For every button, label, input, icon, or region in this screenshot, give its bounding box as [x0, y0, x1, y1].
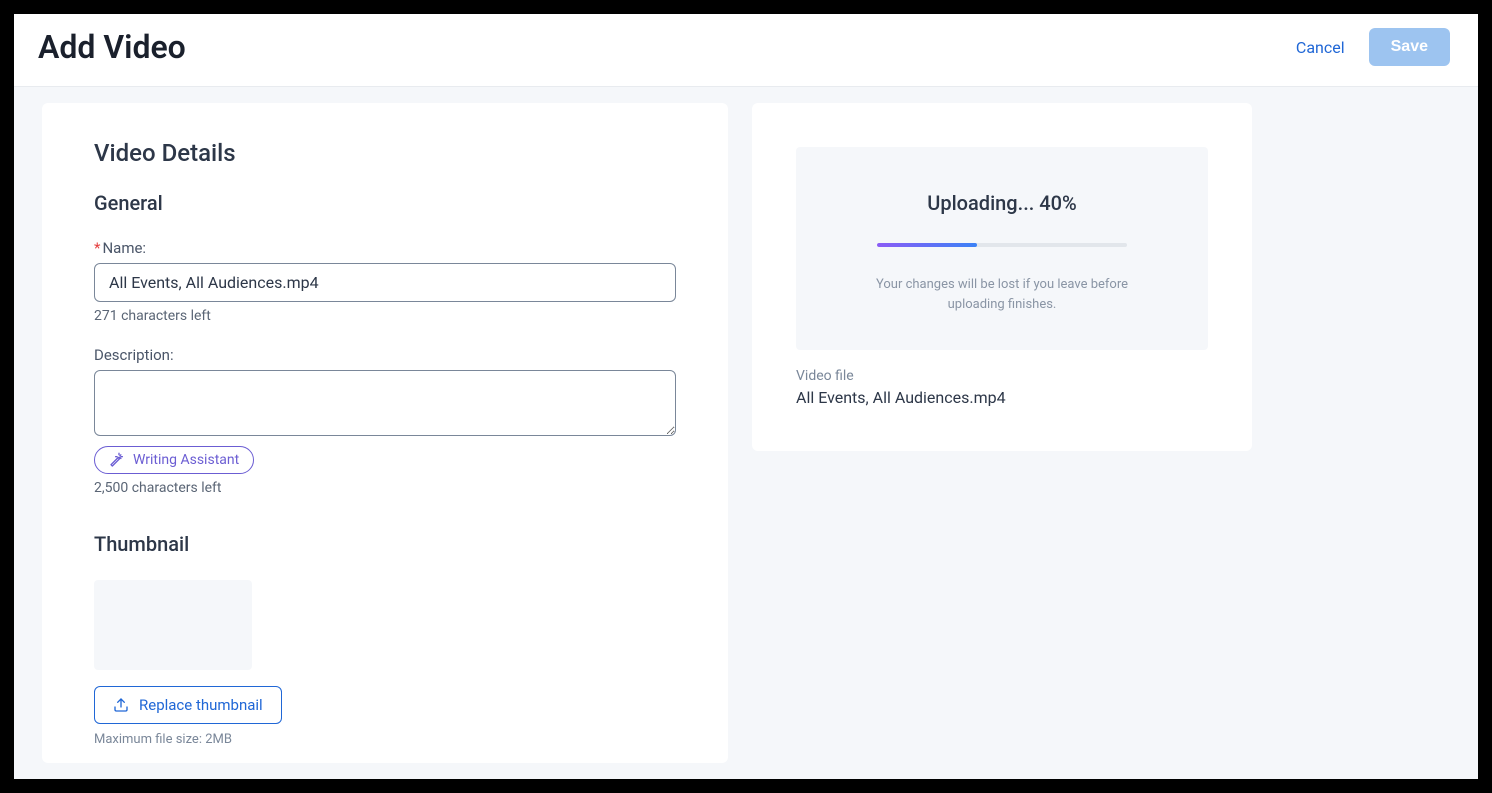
thumbnail-max-size: Maximum file size: 2MB — [94, 732, 676, 747]
thumbnail-title: Thumbnail — [94, 532, 676, 556]
page-frame: Add Video Cancel Save Video Details Gene… — [14, 14, 1478, 779]
save-button[interactable]: Save — [1369, 28, 1450, 66]
header: Add Video Cancel Save — [14, 14, 1478, 87]
wand-icon — [109, 452, 125, 468]
page-title: Add Video — [38, 28, 186, 66]
content-area: Video Details General *Name: 271 charact… — [14, 87, 1478, 779]
required-indicator: * — [94, 239, 100, 257]
writing-assistant-button[interactable]: Writing Assistant — [94, 446, 254, 474]
upload-card: Uploading... 40% Your changes will be lo… — [752, 103, 1252, 451]
upload-status-text: Uploading... 40% — [816, 191, 1188, 215]
video-details-card: Video Details General *Name: 271 charact… — [42, 103, 728, 763]
writing-assistant-label: Writing Assistant — [133, 452, 239, 468]
name-helper: 271 characters left — [94, 308, 676, 324]
name-label: *Name: — [94, 239, 676, 257]
video-file-name: All Events, All Audiences.mp4 — [796, 388, 1208, 407]
general-title: General — [94, 191, 676, 215]
progress-bar — [877, 243, 1127, 247]
description-helper: 2,500 characters left — [94, 480, 676, 496]
cancel-button[interactable]: Cancel — [1296, 38, 1345, 57]
upload-warning: Your changes will be lost if you leave b… — [872, 275, 1132, 314]
name-input[interactable] — [94, 263, 676, 302]
name-field-group: *Name: 271 characters left — [94, 239, 676, 324]
video-file-label: Video file — [796, 368, 1208, 384]
replace-thumbnail-button[interactable]: Replace thumbnail — [94, 686, 282, 724]
upload-panel: Uploading... 40% Your changes will be lo… — [796, 147, 1208, 350]
description-input[interactable] — [94, 370, 676, 436]
progress-fill — [877, 243, 977, 247]
upload-icon — [113, 697, 129, 713]
description-field-group: Description: Writing Assistant 2,500 cha… — [94, 346, 676, 496]
thumbnail-section: Thumbnail Replace thumbnail Maximum file… — [94, 532, 676, 747]
description-label: Description: — [94, 346, 676, 364]
name-label-text: Name: — [102, 239, 146, 257]
replace-thumbnail-label: Replace thumbnail — [139, 696, 263, 714]
video-details-title: Video Details — [94, 139, 676, 167]
header-actions: Cancel Save — [1296, 28, 1450, 66]
thumbnail-preview — [94, 580, 252, 670]
